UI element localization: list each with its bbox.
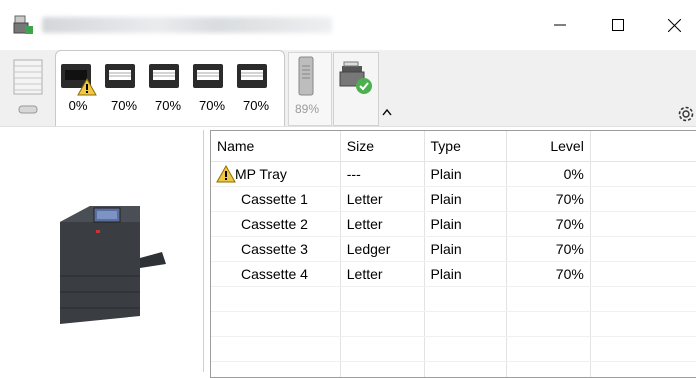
device-ready-icon — [339, 61, 372, 94]
cell-size: Letter — [340, 211, 425, 237]
maximize-icon — [612, 19, 624, 31]
cell-type: Plain — [424, 236, 508, 262]
table-row[interactable]: Cassette 1 Letter Plain 70% — [211, 186, 696, 212]
tray-percent-cassette-1: 70% — [110, 98, 138, 113]
cell-type: Plain — [424, 211, 508, 237]
cell-name-text: MP Tray — [235, 166, 287, 182]
cell-type: Plain — [424, 261, 508, 287]
cell-size: Ledger — [340, 236, 425, 262]
cell-empty — [590, 161, 696, 187]
cell-level: 70% — [506, 186, 591, 212]
minimize-icon — [554, 24, 566, 26]
tray-icon-cassette-1[interactable] — [104, 62, 136, 90]
cell-size: --- — [340, 161, 425, 187]
tray-percent-cassette-2: 70% — [154, 98, 182, 113]
toner-percent: 89% — [294, 102, 320, 116]
toner-cartridge-icon — [298, 56, 314, 96]
col-header-empty — [590, 131, 696, 162]
table-row[interactable]: Cassette 2 Letter Plain 70% — [211, 211, 696, 237]
tray-icon-cassette-3[interactable] — [192, 62, 224, 90]
cell-empty — [590, 236, 696, 262]
status-toolbar: 0% 70% 70% 70% 70% 89% — [0, 50, 696, 127]
table-row[interactable]: Cassette 3 Ledger Plain 70% — [211, 236, 696, 262]
cell-level: 0% — [506, 161, 591, 187]
cell-level: 70% — [506, 236, 591, 262]
maximize-button[interactable] — [598, 10, 638, 40]
minimize-button[interactable] — [540, 10, 580, 40]
title-bar — [0, 0, 696, 50]
cell-name: Cassette 3 — [211, 236, 341, 262]
cell-empty — [590, 211, 696, 237]
warning-icon — [216, 165, 236, 183]
cell-name: Cassette 2 — [211, 211, 341, 237]
table-row-empty — [211, 286, 696, 312]
cell-empty — [590, 186, 696, 212]
tray-icon-cassette-2[interactable] — [148, 62, 180, 90]
cell-level: 70% — [506, 211, 591, 237]
panel-divider — [203, 130, 204, 372]
tray-list: Name Size Type Level MP Tray --- Plain 0… — [211, 131, 696, 377]
collapse-icon[interactable] — [382, 108, 392, 116]
toolbar-divider — [0, 126, 696, 127]
close-button[interactable] — [654, 10, 694, 40]
cell-type: Plain — [424, 161, 508, 187]
tray-icon-cassette-4[interactable] — [236, 62, 268, 90]
cell-name: MP Tray — [211, 161, 341, 187]
col-header-level[interactable]: Level — [506, 131, 591, 162]
window-title-blurred — [42, 17, 332, 33]
close-icon — [667, 18, 681, 32]
cell-type: Plain — [424, 186, 508, 212]
app-printer-icon — [13, 15, 33, 34]
warning-icon — [77, 78, 97, 96]
cell-size: Letter — [340, 261, 425, 287]
gear-icon[interactable] — [676, 104, 696, 124]
cell-name: Cassette 1 — [211, 186, 341, 212]
paper-stack-icon[interactable] — [12, 56, 46, 122]
cell-name: Cassette 4 — [211, 261, 341, 287]
printer-image — [60, 206, 166, 324]
tray-percent-cassette-4: 70% — [242, 98, 270, 113]
table-row-empty — [211, 311, 696, 337]
table-header-row: Name Size Type Level — [211, 131, 696, 162]
table-row[interactable]: MP Tray --- Plain 0% — [211, 161, 696, 187]
col-header-name[interactable]: Name — [211, 131, 341, 162]
table-row[interactable]: Cassette 4 Letter Plain 70% — [211, 261, 696, 287]
col-header-size[interactable]: Size — [340, 131, 425, 162]
col-header-type[interactable]: Type — [424, 131, 508, 162]
tray-percent-mp: 0% — [68, 98, 88, 113]
cell-empty — [590, 261, 696, 287]
cell-size: Letter — [340, 186, 425, 212]
table-row-empty — [211, 361, 696, 377]
tray-percent-cassette-3: 70% — [198, 98, 226, 113]
table-row-empty — [211, 336, 696, 362]
tray-table: Name Size Type Level MP Tray --- Plain 0… — [210, 130, 696, 378]
cell-level: 70% — [506, 261, 591, 287]
